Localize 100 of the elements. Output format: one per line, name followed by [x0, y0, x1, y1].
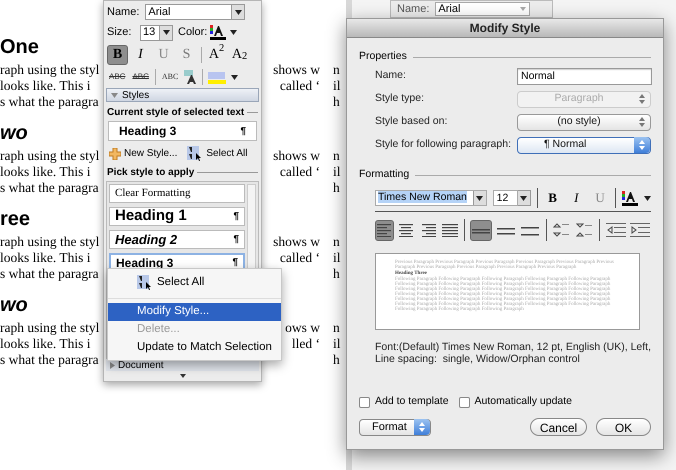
- format-popup-button[interactable]: Format: [359, 418, 431, 436]
- document-text: n: [333, 234, 340, 249]
- checkbox-label: Automatically update: [474, 394, 572, 410]
- checkbox-label: Add to template: [375, 394, 449, 410]
- highlight-button[interactable]: [208, 70, 238, 84]
- italic-button[interactable]: I: [567, 188, 586, 208]
- field-label: Style for following paragraph:: [375, 137, 512, 152]
- text-effect-button[interactable]: ABC: [107, 69, 128, 85]
- current-style-name: Heading 3: [119, 123, 176, 140]
- document-heading: ree: [0, 207, 30, 231]
- document-text: il: [333, 336, 341, 351]
- popup-button[interactable]: (no style): [517, 114, 651, 130]
- alignment-button[interactable]: [375, 220, 394, 240]
- size-label: Size:: [107, 25, 132, 40]
- new-style-button[interactable]: New Style...: [109, 146, 178, 161]
- expand-triangle-icon: [110, 362, 115, 368]
- italic-button[interactable]: I: [130, 44, 151, 64]
- dropdown-arrow-icon: [234, 10, 242, 14]
- section-label: Current style of selected text: [107, 106, 244, 120]
- menu-item[interactable]: Update to Match Selection: [108, 339, 281, 357]
- document-text: h: [333, 266, 340, 281]
- popup-button: Paragraph: [517, 90, 651, 108]
- document-text: raph using the styl: [0, 148, 100, 163]
- dropdown-button[interactable]: [160, 24, 173, 40]
- document-text: n: [333, 148, 340, 163]
- font-name-field[interactable]: Arial: [435, 2, 530, 16]
- document-text: h: [333, 94, 340, 109]
- document-text: il: [333, 250, 341, 265]
- document-text: lled ‘: [292, 336, 320, 352]
- style-list-item[interactable]: Heading 2 ¶: [109, 230, 245, 249]
- style-list-item[interactable]: Heading 1 ¶: [109, 207, 245, 226]
- font-color-icon: [622, 190, 638, 206]
- align-justify-icon: [442, 224, 458, 236]
- style-list-item[interactable]: Clear Formatting: [109, 184, 245, 203]
- font-color-button[interactable]: [622, 190, 651, 206]
- document-text: n: [333, 62, 340, 77]
- paragraph-mark: ¶: [240, 124, 246, 138]
- ok-button[interactable]: OK: [596, 418, 651, 436]
- section-title: Styles: [122, 88, 150, 102]
- spacing-icon: [576, 222, 593, 238]
- paragraph-mark: ¶: [233, 210, 239, 224]
- document-text: h: [333, 352, 340, 367]
- dropdown-arrow-icon: [162, 30, 170, 35]
- document-text: n: [333, 320, 340, 335]
- font-name-field[interactable]: Times New Roman: [375, 190, 487, 206]
- style-description: Font:(Default) Times New Roman, 12 pt, English (UK), Left, Line spacing: single, Widow/Orphan control: [375, 341, 652, 365]
- document-text: looks like. This i: [0, 250, 91, 265]
- document-text: il: [333, 164, 341, 179]
- document-text: ows w: [285, 320, 320, 336]
- document-text: shows w: [273, 234, 320, 250]
- collapse-triangle-icon: [111, 92, 118, 98]
- menu-item[interactable]: Select All: [108, 272, 281, 294]
- more-arrow-icon[interactable]: [180, 374, 186, 378]
- cancel-button[interactable]: Cancel: [530, 418, 587, 436]
- field-label: Style type:: [375, 91, 426, 106]
- selected-text: Times New Roman: [378, 191, 467, 204]
- text-effect-button[interactable]: ABC: [130, 69, 151, 85]
- font-size-field[interactable]: 13: [140, 24, 160, 40]
- dropdown-button[interactable]: [232, 4, 246, 20]
- caret-icon: [231, 74, 238, 80]
- document-text: called ‘: [280, 78, 320, 94]
- indent-icon: [606, 223, 626, 237]
- select-all-button[interactable]: Select All: [187, 146, 248, 162]
- font-color-icon: [210, 25, 226, 40]
- dropdown-button[interactable]: [518, 190, 531, 206]
- text-effect-button[interactable]: ABC: [160, 69, 180, 85]
- superscript-button[interactable]: A$^{2}$: [206, 44, 227, 64]
- shadow-button[interactable]: S: [176, 44, 197, 64]
- stepper-arrows-icon: [634, 137, 650, 153]
- document-text: s what the paragra: [0, 180, 99, 195]
- document-text: raph using the styl: [0, 234, 100, 249]
- document-text: called ‘: [280, 164, 320, 180]
- document-text: s what the paragra: [0, 352, 99, 367]
- document-text: looks like. This i: [0, 78, 91, 93]
- styles-section-header[interactable]: Styles: [106, 88, 259, 102]
- bold-button[interactable]: B: [107, 44, 128, 64]
- caret-icon: [230, 30, 238, 35]
- align-center-icon: [398, 224, 414, 236]
- plus-icon: [109, 148, 121, 160]
- document-heading: wo: [0, 293, 28, 317]
- font-size-field[interactable]: 12: [492, 190, 518, 206]
- caret-icon: [644, 196, 651, 200]
- font-color-button[interactable]: [210, 25, 238, 40]
- paragraph-mark: ¶: [232, 256, 238, 270]
- field-label: Name:: [375, 68, 407, 84]
- align-right-icon: [420, 224, 436, 236]
- document-text: raph using the styl: [0, 320, 100, 335]
- dropdown-arrow-icon: [520, 196, 528, 200]
- font-name-field[interactable]: Arial: [145, 4, 232, 20]
- document-text: called ‘: [280, 250, 320, 266]
- select-all-icon: [137, 275, 153, 291]
- popup-button[interactable]: ¶ Normal: [517, 136, 651, 154]
- line-spacing-button[interactable]: [470, 220, 492, 240]
- document-text: looks like. This i: [0, 164, 91, 179]
- name-field[interactable]: Normal: [517, 68, 652, 84]
- checkbox[interactable]: [458, 396, 470, 408]
- bold-button[interactable]: B: [544, 188, 562, 208]
- menu-item[interactable]: Modify Style...: [108, 303, 281, 321]
- checkbox[interactable]: [359, 396, 370, 408]
- subscript-button[interactable]: A$_{2}$: [229, 44, 250, 64]
